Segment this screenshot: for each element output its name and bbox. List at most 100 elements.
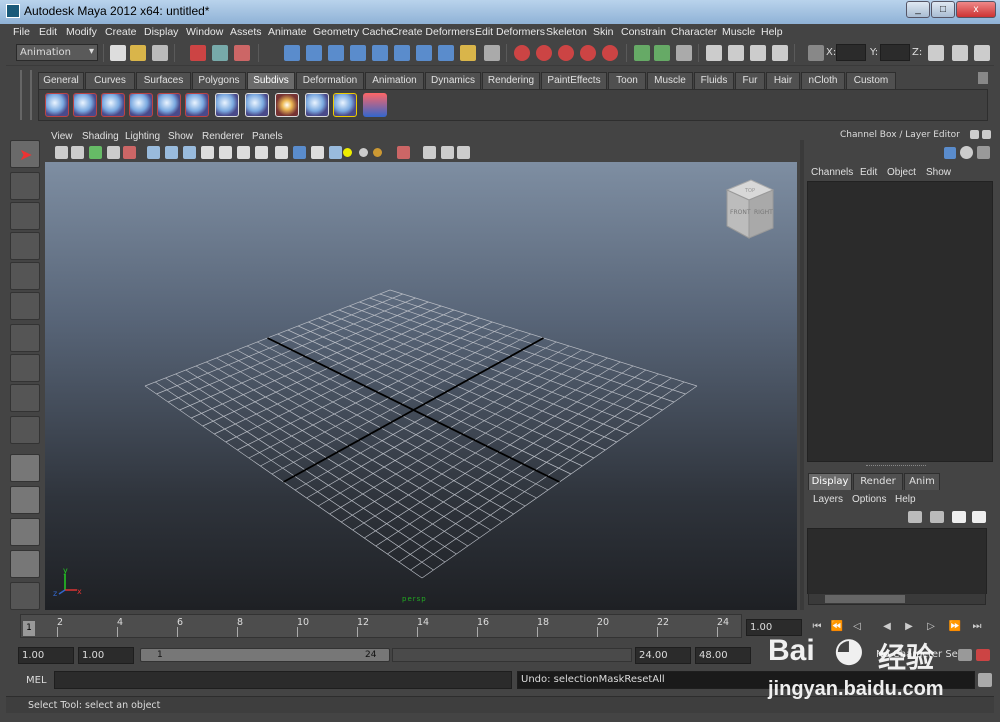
- frame-selected-icon[interactable]: [423, 146, 436, 159]
- perspective-viewport[interactable]: FRONT RIGHT TOP y x z persp: [45, 162, 797, 610]
- polygon-proxy-icon[interactable]: [305, 93, 329, 117]
- layer-list-scrollbar[interactable]: [808, 593, 986, 605]
- select-dynamic-icon[interactable]: [394, 45, 410, 61]
- input-ops-icon[interactable]: [634, 45, 650, 61]
- persp-outliner-layout-icon[interactable]: [10, 518, 40, 546]
- hypershade-layout-icon[interactable]: [10, 582, 40, 610]
- playback-start-field[interactable]: 1.00: [78, 647, 134, 664]
- cb-menu-show[interactable]: Show: [926, 167, 951, 178]
- subdiv-to-polygons-icon[interactable]: [333, 93, 357, 117]
- tab-toon[interactable]: Toon: [608, 72, 646, 89]
- menu-edit[interactable]: Edit: [39, 26, 57, 38]
- tab-subdivs[interactable]: Subdivs: [247, 72, 295, 89]
- snap-view-plane-icon[interactable]: [580, 45, 596, 61]
- use-all-lights-icon[interactable]: [219, 146, 232, 159]
- snap-grid-icon[interactable]: [514, 45, 530, 61]
- subdiv-cube-icon[interactable]: [73, 93, 97, 117]
- menu-geometry-cache[interactable]: Geometry Cache: [313, 26, 392, 38]
- sculpt-geometry-icon[interactable]: [363, 93, 387, 117]
- select-object-icon[interactable]: [212, 45, 228, 61]
- panel-menu-renderer[interactable]: Renderer: [202, 131, 244, 142]
- tab-curves[interactable]: Curves: [85, 72, 135, 89]
- time-slider[interactable]: 1 2 4 6 8 10 12 14 16 18 20 22 24: [20, 614, 742, 638]
- backface-culling-icon[interactable]: [311, 146, 324, 159]
- tab-ncloth[interactable]: nCloth: [801, 72, 845, 89]
- new-scene-icon[interactable]: [110, 45, 126, 61]
- menu-skeleton[interactable]: Skeleton: [546, 26, 587, 38]
- tab-anim[interactable]: Anim: [904, 473, 940, 490]
- last-tool-slot[interactable]: [10, 416, 40, 444]
- subdiv-plane-icon[interactable]: [157, 93, 181, 117]
- close-button[interactable]: x: [956, 1, 996, 18]
- minimize-button[interactable]: _: [906, 1, 930, 18]
- panel-menu-panels[interactable]: Panels: [252, 131, 283, 142]
- motion-blur-icon[interactable]: [359, 148, 368, 157]
- select-hierarchy-icon[interactable]: [190, 45, 206, 61]
- channel-box-icon[interactable]: [944, 147, 956, 159]
- le-menu-help[interactable]: Help: [895, 494, 916, 505]
- select-render-icon[interactable]: [416, 45, 432, 61]
- cb-menu-edit[interactable]: Edit: [860, 167, 877, 178]
- new-layer-icon[interactable]: [952, 511, 966, 523]
- subdiv-cylinder-icon[interactable]: [101, 93, 125, 117]
- tool-settings-toggle-icon[interactable]: [977, 146, 990, 159]
- splitter-handle[interactable]: [866, 465, 926, 469]
- panel-menu-lighting[interactable]: Lighting: [125, 131, 160, 142]
- channel-box-panel[interactable]: [807, 181, 993, 462]
- menu-modify[interactable]: Modify: [66, 26, 97, 38]
- select-component-icon[interactable]: [234, 45, 250, 61]
- range-slider[interactable]: 1 24: [140, 648, 390, 662]
- view-cube-icon[interactable]: FRONT RIGHT TOP: [721, 176, 781, 246]
- menu-file[interactable]: File: [13, 26, 30, 38]
- panel-menu-shading[interactable]: Shading: [82, 131, 119, 142]
- wireframe-icon[interactable]: [147, 146, 160, 159]
- frame-all-icon[interactable]: [441, 146, 454, 159]
- layer-list[interactable]: [807, 528, 987, 594]
- tab-render[interactable]: Render: [853, 473, 903, 490]
- xray-icon[interactable]: [275, 146, 288, 159]
- close-panel-icon[interactable]: [982, 130, 991, 139]
- tab-painteffects[interactable]: PaintEffects: [541, 72, 607, 89]
- pane-separator[interactable]: [800, 140, 804, 610]
- shelf-handle[interactable]: [20, 70, 32, 120]
- select-curve-icon[interactable]: [328, 45, 344, 61]
- refine-vertices-icon[interactable]: [275, 93, 299, 117]
- attribute-editor-toggle-icon[interactable]: [960, 146, 973, 159]
- tab-hair[interactable]: Hair: [766, 72, 800, 89]
- render-current-icon[interactable]: [728, 45, 744, 61]
- lock-selection-icon[interactable]: [460, 45, 476, 61]
- channel-box-toggle-icon[interactable]: [974, 45, 990, 61]
- snap-point-icon[interactable]: [558, 45, 574, 61]
- move-layer-down-icon[interactable]: [930, 511, 944, 523]
- tab-dynamics[interactable]: Dynamics: [425, 72, 481, 89]
- playback-end-field[interactable]: 24.00: [635, 647, 691, 664]
- tool-settings-icon[interactable]: [952, 45, 968, 61]
- scale-tool-icon[interactable]: [10, 292, 40, 320]
- rotate-tool-icon[interactable]: [10, 262, 40, 290]
- tab-muscle[interactable]: Muscle: [647, 72, 693, 89]
- end-time-field[interactable]: 48.00: [695, 647, 751, 664]
- cb-menu-channels[interactable]: Channels: [811, 167, 853, 178]
- universal-manipulator-icon[interactable]: [10, 324, 40, 352]
- tab-fluids[interactable]: Fluids: [694, 72, 734, 89]
- le-menu-layers[interactable]: Layers: [813, 494, 843, 505]
- menu-set-dropdown[interactable]: Animation ▾: [16, 44, 98, 61]
- menu-display[interactable]: Display: [144, 26, 178, 38]
- shadows-icon[interactable]: [237, 146, 250, 159]
- new-layer-selected-icon[interactable]: [972, 511, 986, 523]
- xray-joints-icon[interactable]: [293, 146, 306, 159]
- menu-help[interactable]: Help: [761, 26, 783, 38]
- single-perspective-layout-icon[interactable]: [10, 454, 40, 482]
- menu-skin[interactable]: Skin: [593, 26, 613, 38]
- default-light-icon[interactable]: [343, 148, 352, 157]
- grease-pencil-icon[interactable]: [107, 146, 120, 159]
- high-quality-icon[interactable]: [255, 146, 268, 159]
- maximize-button[interactable]: □: [931, 1, 955, 18]
- cb-menu-object[interactable]: Object: [887, 167, 916, 178]
- standard-mode-icon[interactable]: [245, 93, 269, 117]
- lasso-tool-icon[interactable]: [10, 172, 40, 200]
- ambient-occlusion-icon[interactable]: [329, 146, 342, 159]
- x-field[interactable]: [836, 44, 866, 61]
- four-view-layout-icon[interactable]: [10, 486, 40, 514]
- select-misc-icon[interactable]: [438, 45, 454, 61]
